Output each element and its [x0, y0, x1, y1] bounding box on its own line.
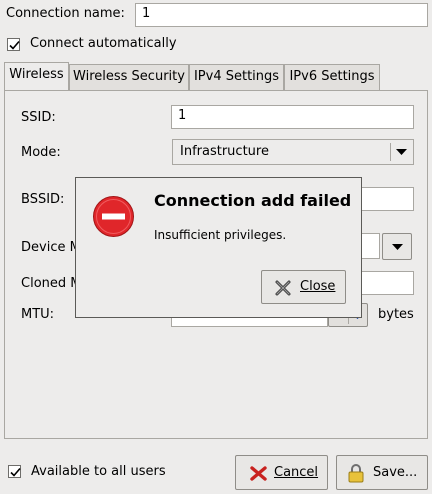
connection-name-value: 1	[142, 6, 151, 21]
cloned-mac-label: Cloned M	[21, 276, 82, 291]
device-mac-dropdown-button[interactable]	[382, 233, 412, 260]
error-icon	[93, 196, 134, 237]
error-dialog: Connection add failed Insufficient privi…	[75, 177, 362, 318]
bssid-field[interactable]	[355, 187, 414, 211]
connect-automatically-label: Connect automatically	[30, 36, 177, 51]
chevron-down-icon	[396, 149, 407, 155]
cancel-button-label: Cancel	[274, 465, 319, 480]
save-button-label: Save...	[373, 465, 418, 480]
checkmark-icon	[10, 467, 21, 477]
ssid-label: SSID:	[21, 110, 56, 125]
cloned-mac-field[interactable]	[355, 271, 414, 295]
chevron-down-icon	[392, 244, 403, 250]
close-button[interactable]: Close	[261, 270, 346, 304]
mtu-label: MTU:	[21, 307, 55, 322]
connection-name-label: Connection name:	[6, 6, 125, 21]
lock-icon	[348, 464, 364, 483]
tab-wireless[interactable]: Wireless	[4, 62, 69, 91]
tab-ipv4-settings[interactable]: IPv4 Settings	[189, 64, 284, 90]
mode-value: Infrastructure	[180, 144, 269, 159]
checkmark-icon	[9, 40, 20, 50]
close-icon	[275, 280, 291, 296]
save-button[interactable]: Save...	[336, 455, 428, 490]
error-dialog-title: Connection add failed	[154, 191, 352, 210]
tab-ipv6-settings[interactable]: IPv6 Settings	[284, 64, 380, 90]
connect-automatically-checkbox[interactable]	[7, 38, 20, 51]
error-dialog-message: Insufficient privileges.	[154, 228, 287, 242]
mtu-unit-label: bytes	[378, 307, 414, 322]
cancel-button[interactable]: Cancel	[235, 455, 328, 490]
device-mac-label: Device M	[21, 240, 81, 255]
available-to-all-users-label: Available to all users	[31, 464, 166, 479]
cancel-icon	[250, 466, 267, 481]
mode-select[interactable]: Infrastructure	[172, 139, 414, 165]
tab-wireless-security[interactable]: Wireless Security	[69, 64, 189, 90]
ssid-value: 1	[178, 108, 187, 123]
close-button-label: Close	[300, 279, 336, 294]
connection-name-field[interactable]: 1	[135, 3, 428, 27]
mode-label: Mode:	[21, 145, 61, 160]
bssid-label: BSSID:	[21, 192, 65, 207]
available-to-all-users-checkbox[interactable]	[8, 465, 21, 478]
ssid-field[interactable]: 1	[171, 105, 414, 129]
